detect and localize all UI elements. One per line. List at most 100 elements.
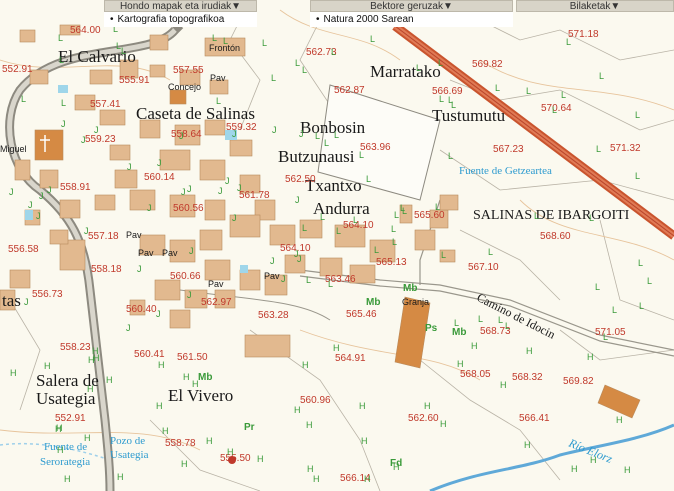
elevation-label: 555.91 — [119, 75, 150, 86]
land-use-symbol: H — [64, 474, 71, 484]
vegetation-code: Ps — [425, 323, 438, 334]
elevation-label: 556.73 — [32, 289, 63, 300]
land-use-symbol: L — [212, 33, 217, 43]
land-use-symbol: L — [561, 90, 566, 100]
land-use-symbol: L — [441, 250, 446, 260]
building — [59, 239, 86, 271]
building — [159, 149, 191, 171]
land-use-symbol: H — [616, 415, 623, 425]
land-use-symbol: L — [612, 305, 617, 315]
building — [149, 34, 169, 51]
land-use-symbol: H — [44, 361, 51, 371]
water-label: Fuente de — [44, 441, 87, 453]
place-label: Marratako — [370, 62, 441, 81]
small-label: Miguel — [0, 144, 27, 154]
elevation-label: 560.14 — [144, 172, 175, 183]
land-use-symbol: J — [232, 129, 237, 139]
land-use-symbol: L — [58, 33, 63, 43]
land-use-symbol: J — [181, 187, 186, 197]
elevation-label: 564.10 — [343, 220, 374, 231]
land-use-symbol: J — [187, 184, 192, 194]
building-concejo — [169, 89, 187, 105]
land-use-symbol: H — [55, 424, 62, 434]
building — [19, 29, 36, 43]
vegetation-code: Mb — [366, 297, 380, 308]
land-use-symbol: H — [106, 375, 113, 385]
land-use-symbol: L — [61, 98, 66, 108]
building — [154, 279, 181, 301]
elevation-label: 561.50 — [177, 352, 208, 363]
land-use-symbol: H — [162, 426, 169, 436]
land-use-symbol: H — [87, 384, 94, 394]
land-use-symbol: J — [81, 135, 86, 145]
land-use-symbol: H — [333, 343, 340, 353]
building — [109, 144, 131, 161]
building — [244, 334, 291, 358]
land-use-symbol: J — [187, 290, 192, 300]
land-use-symbol: L — [439, 94, 444, 104]
land-use-symbol: L — [328, 279, 333, 289]
land-use-symbol: L — [391, 224, 396, 234]
land-use-symbol: L — [448, 151, 453, 161]
elevation-label: 564.00 — [70, 25, 101, 36]
land-use-symbol: L — [116, 41, 121, 51]
land-use-symbol: J — [157, 158, 162, 168]
land-use-symbol: L — [647, 276, 652, 286]
water-label: Serorategia — [40, 456, 90, 468]
land-use-symbol: H — [294, 405, 301, 415]
elevation-label: 559.32 — [226, 122, 257, 133]
land-use-symbol: J — [156, 309, 161, 319]
elevation-label: 560.41 — [134, 349, 165, 360]
land-use-symbol: L — [21, 94, 26, 104]
land-use-symbol: L — [566, 37, 571, 47]
land-use-symbol: H — [92, 346, 99, 356]
elevation-label: 560.66 — [170, 271, 201, 282]
elevation-label: 568.32 — [512, 372, 543, 383]
small-label: Pav — [210, 73, 226, 83]
marker-icon[interactable] — [228, 456, 236, 464]
active-layer-label: Kartografia topografikoa — [117, 14, 225, 25]
land-use-symbol: L — [353, 215, 358, 225]
land-use-symbol: L — [589, 213, 594, 223]
active-layer-base[interactable]: • Kartografia topografikoa — [104, 12, 257, 27]
land-use-symbol: H — [587, 352, 594, 362]
land-use-symbol: J — [272, 125, 277, 135]
land-use-symbol: H — [524, 440, 531, 450]
vegetation-code: Mb — [452, 327, 466, 338]
land-use-symbol: L — [596, 144, 601, 154]
land-use-symbol: H — [57, 445, 64, 455]
land-use-symbol: L — [359, 150, 364, 160]
land-use-symbol: J — [28, 200, 33, 210]
land-use-symbol: L — [416, 63, 421, 73]
topographic-map[interactable]: El Calvario Caseta de Salinas Marratako … — [0, 0, 674, 491]
elevation-label: 557.55 — [173, 65, 204, 76]
land-use-symbol: J — [84, 226, 89, 236]
menu-vector-layers[interactable]: Bektore geruzak▼ — [310, 0, 513, 12]
elevation-label: 562.97 — [201, 297, 232, 308]
land-use-symbol: H — [206, 436, 213, 446]
place-label: Butzunausi — [278, 147, 355, 166]
land-use-symbol: J — [299, 129, 304, 139]
building — [204, 259, 231, 281]
menu-search[interactable]: Bilaketak▼ — [516, 0, 674, 12]
land-use-symbol: L — [635, 110, 640, 120]
land-use-symbol: H — [526, 346, 533, 356]
elevation-label: 565.46 — [346, 309, 377, 320]
menu-base-maps[interactable]: Hondo mapak eta irudiak▼ — [104, 0, 257, 12]
land-use-symbol: L — [526, 86, 531, 96]
land-use-symbol: L — [635, 171, 640, 181]
elevation-label: 552.91 — [2, 64, 33, 75]
active-layer-vector[interactable]: • Natura 2000 Sarean — [310, 12, 513, 27]
elevation-label: 571.05 — [595, 327, 626, 338]
land-use-symbol: L — [603, 332, 608, 342]
land-use-symbol: L — [400, 203, 405, 213]
building — [414, 229, 436, 251]
elevation-label: 560.40 — [126, 304, 157, 315]
land-use-symbol: H — [257, 454, 264, 464]
building — [269, 224, 296, 246]
land-use-symbol: L — [438, 58, 443, 68]
vegetation-code: Mb — [198, 372, 212, 383]
land-use-symbol: H — [117, 472, 124, 482]
land-use-symbol: J — [237, 183, 242, 193]
elevation-label: 562.50 — [285, 174, 316, 185]
